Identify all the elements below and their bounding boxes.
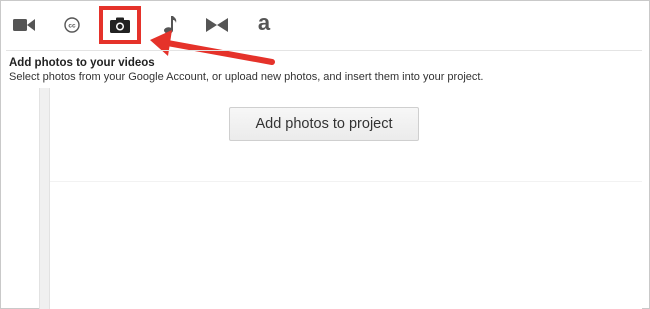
timeline-rail bbox=[39, 88, 50, 309]
video-tool-button[interactable] bbox=[4, 7, 44, 43]
toolbar: cc a bbox=[0, 0, 650, 65]
highlight-arrow-icon bbox=[150, 30, 275, 65]
camera-icon bbox=[110, 17, 130, 33]
captions-tool-button[interactable]: cc bbox=[52, 7, 92, 43]
video-camera-icon bbox=[13, 18, 35, 32]
section-title: Add photos to your videos bbox=[9, 57, 155, 69]
content-divider bbox=[50, 181, 642, 182]
section-description: Select photos from your Google Account, … bbox=[9, 71, 484, 83]
toolbar-divider bbox=[6, 50, 642, 51]
photos-tool-button[interactable] bbox=[99, 6, 141, 44]
add-photos-button[interactable]: Add photos to project bbox=[229, 107, 419, 141]
svg-text:cc: cc bbox=[68, 23, 76, 30]
cc-icon: cc bbox=[64, 17, 80, 33]
